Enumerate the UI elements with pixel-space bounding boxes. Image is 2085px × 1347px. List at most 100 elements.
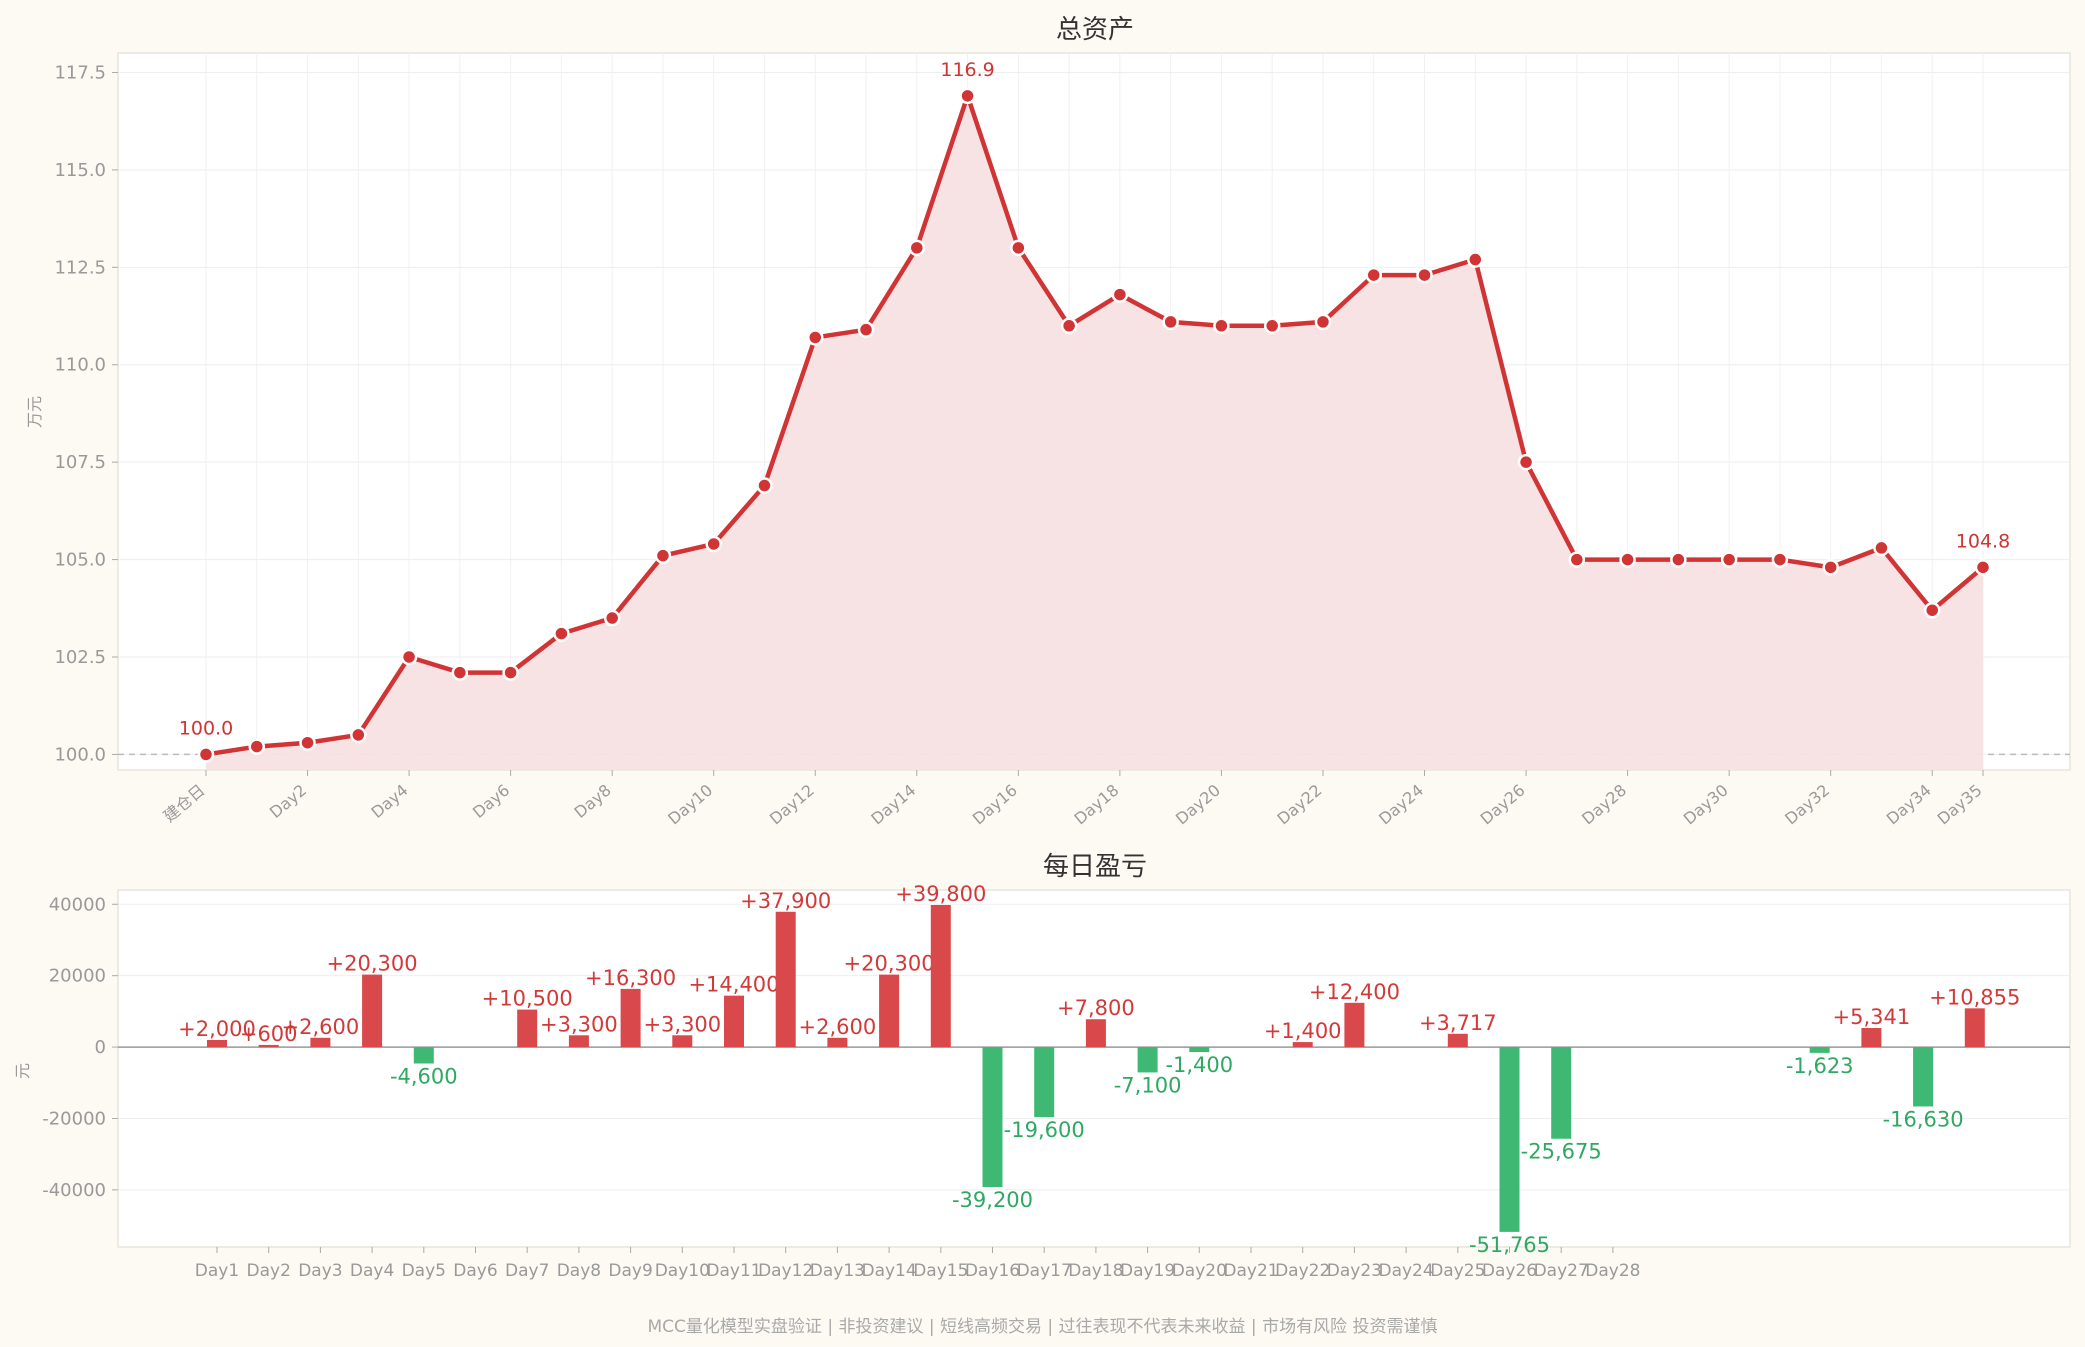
asset-data-point [1467,251,1484,268]
pnl-bar [310,1037,331,1048]
asset-x-tick-label: Day28 [1578,781,1630,829]
pnl-bar [1034,1047,1055,1118]
asset-x-tick-label: Day12 [766,781,818,829]
asset-y-tick-label: 105.0 [54,550,106,571]
asset-data-point [197,746,215,763]
pnl-x-tick-label: Day13 [810,1261,865,1281]
asset-chart-title: 总资产 [1056,15,1134,45]
asset-data-point [400,648,418,666]
pnl-bar [1499,1047,1520,1232]
pnl-data-label: +10,855 [1929,985,2020,1009]
asset-x-tick-label: Day6 [469,781,513,822]
asset-data-point [1213,317,1230,335]
asset-value-annotation: 104.8 [1956,530,2010,552]
pnl-bar [1809,1047,1830,1053]
pnl-data-label: -51,765 [1469,1233,1550,1257]
asset-data-point [1060,317,1078,335]
pnl-bar [1344,1002,1365,1048]
asset-data-point [1365,266,1382,284]
pnl-x-tick-label: Day3 [298,1261,342,1281]
asset-y-tick-label: 107.5 [54,452,106,473]
asset-data-point [1517,453,1535,471]
asset-x-tick-label: Day16 [969,781,1021,829]
asset-x-tick-label: Day26 [1477,781,1529,829]
asset-y-tick-label: 117.5 [54,62,106,83]
asset-data-point [1111,286,1129,303]
pnl-x-tick-label: Day22 [1275,1261,1330,1281]
asset-data-point [807,329,824,346]
pnl-data-label: +12,400 [1309,980,1400,1004]
asset-data-point [1162,313,1179,331]
asset-data-point [248,738,266,755]
asset-x-tick-label: Day18 [1070,781,1122,829]
pnl-bar [1085,1019,1106,1048]
asset-x-tick-label: Day35 [1934,781,1986,829]
pnl-data-label: +37,900 [740,889,831,913]
pnl-bar [827,1037,848,1048]
asset-data-point [959,87,976,105]
asset-x-tick-label: Day2 [266,781,310,822]
pnl-data-label: -25,675 [1521,1140,1602,1164]
pnl-x-tick-label: Day17 [1017,1261,1072,1281]
pnl-x-tick-label: Day8 [557,1261,601,1281]
chart-figure: 总资产 每日盈亏 万元 元 100.0 102.5 105.0 107.5 110.0 1… [13,15,2071,1281]
pnl-y-tick-label: 40000 [49,894,106,915]
asset-x-tick-label: Day30 [1680,781,1732,829]
pnl-x-tick-label: Day28 [1585,1261,1640,1281]
pnl-data-label: +10,500 [482,987,573,1011]
pnl-x-tick-label: Day6 [453,1261,497,1281]
pnl-bar [1913,1047,1934,1107]
pnl-data-label: +5,341 [1833,1005,1911,1029]
pnl-bar [672,1035,693,1048]
asset-x-tick-label: Day24 [1375,781,1427,829]
asset-x-tick-label: Day32 [1781,781,1833,829]
disclaimer-footer: MCC量化模型实盘验证 | 非投资建议 | 短线高频交易 | 过往表现不代表未来… [647,1317,1438,1337]
pnl-data-label: +20,300 [327,952,418,976]
asset-data-point [603,609,621,627]
asset-value-annotation: 100.0 [179,717,233,739]
pnl-bar [1447,1033,1468,1048]
asset-data-point [1263,317,1281,335]
pnl-bar [775,911,796,1048]
pnl-x-tick-label: Day10 [655,1261,710,1281]
pnl-x-tick-label: Day15 [913,1261,968,1281]
asset-x-tick-label: Day10 [664,781,716,829]
asset-data-point [1822,559,1839,576]
asset-data-point [705,535,722,553]
asset-data-point [1314,313,1332,331]
pnl-bar [620,988,641,1048]
pnl-data-label: -4,600 [390,1065,458,1089]
pnl-x-tick-label: Day7 [505,1261,549,1281]
asset-data-point [553,625,570,642]
asset-data-point [1873,539,1890,557]
pnl-bar [1189,1047,1210,1053]
asset-data-point [1568,551,1586,568]
asset-data-point [451,664,469,681]
asset-data-point [502,664,519,681]
asset-y-tick-label: 102.5 [54,647,106,668]
pnl-x-tick-label: Day9 [608,1261,652,1281]
asset-data-point [350,726,367,744]
asset-y-axis-label: 万元 [25,396,44,428]
pnl-bar [517,1009,538,1048]
asset-data-point [654,547,672,564]
pnl-data-label: +2,600 [799,1015,877,1039]
asset-data-point [1670,551,1687,568]
pnl-x-tick-label: Day16 [965,1261,1020,1281]
pnl-data-label: +39,800 [895,882,986,906]
pnl-x-tick-label: Day11 [706,1261,761,1281]
asset-x-tick-label: Day22 [1274,781,1326,829]
pnl-y-axis-label: 元 [13,1063,32,1079]
asset-data-point [1923,601,1941,619]
pnl-x-tick-label: Day25 [1430,1261,1485,1281]
pnl-x-tick-label: Day21 [1223,1261,1278,1281]
asset-data-point [756,477,773,494]
pnl-bar [568,1035,589,1048]
asset-data-point [1619,551,1636,568]
pnl-x-tick-label: Day20 [1172,1261,1227,1281]
pnl-x-tick-label: Day19 [1120,1261,1175,1281]
pnl-x-tick-label: Day18 [1068,1261,1123,1281]
pnl-y-tick-label: -20000 [42,1108,106,1129]
asset-data-point [1010,239,1027,257]
asset-data-point [857,321,875,338]
